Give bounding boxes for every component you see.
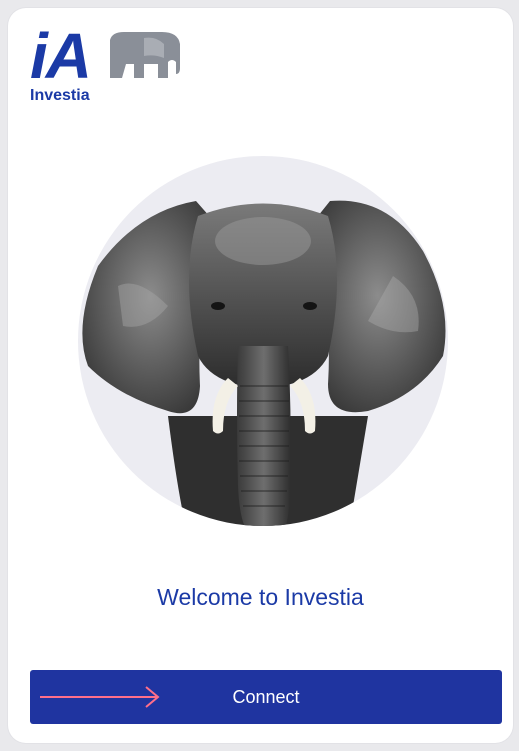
logo-mark-text: iA	[30, 20, 92, 92]
elephant-logo-icon	[110, 32, 180, 78]
logo-brand-name: Investia	[30, 87, 90, 104]
welcome-heading: Welcome to Investia	[157, 584, 364, 610]
connect-button[interactable]: Connect	[30, 670, 502, 724]
ia-investia-logo: iA Investia	[30, 24, 190, 114]
elephant-photo	[78, 156, 448, 526]
welcome-card: iA Investia Welcome to Investia Connect	[8, 8, 513, 743]
connect-button-label: Connect	[232, 687, 300, 707]
